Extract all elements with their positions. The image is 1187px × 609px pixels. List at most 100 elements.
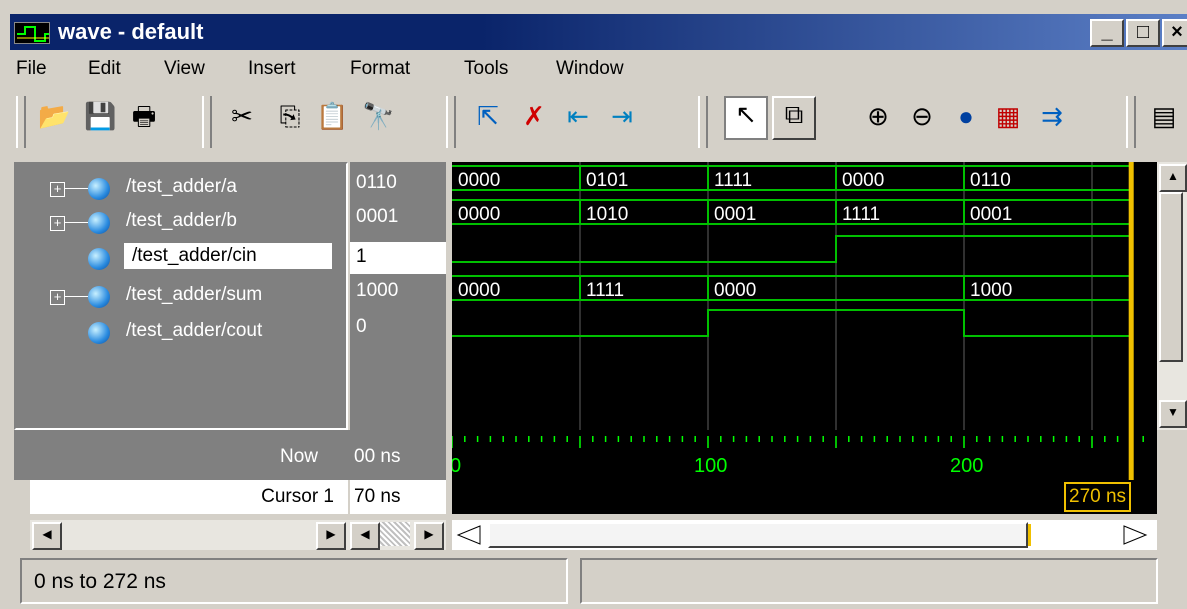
- add-cursor-icon[interactable]: ▦: [992, 100, 1024, 132]
- menu-format[interactable]: Format: [350, 58, 410, 80]
- vertical-scrollbar[interactable]: ▲ ▼: [1157, 162, 1187, 430]
- next-edge-icon[interactable]: ⇥: [606, 100, 638, 132]
- signal-row[interactable]: + /test_adder/a: [16, 172, 346, 206]
- bus-value-label: 0000: [714, 280, 756, 301]
- scroll-left-button[interactable]: ◀: [32, 522, 62, 550]
- scroll-up-button[interactable]: ▲: [1159, 164, 1187, 192]
- signal-name[interactable]: /test_adder/a: [126, 176, 237, 198]
- paste-icon[interactable]: 📋: [316, 100, 348, 132]
- toolbar-grip[interactable]: [16, 96, 26, 148]
- scroll-left-button[interactable]: [454, 524, 484, 546]
- waveform-pane[interactable]: 0000 0101 1111 0000 0110 0000 1010 0001 1111 0001…: [452, 162, 1157, 430]
- bus-value-label: 0000: [458, 170, 500, 191]
- bus-value-label: 1111: [714, 170, 752, 191]
- signal-icon: [88, 286, 110, 308]
- properties-icon[interactable]: ▤: [1148, 100, 1180, 132]
- bus-value-label: 0101: [586, 170, 628, 191]
- signal-icon: [88, 322, 110, 344]
- bus-value-label: 0001: [970, 204, 1012, 225]
- bus-value-label: 0000: [842, 170, 884, 191]
- scroll-right-button[interactable]: ▶: [316, 522, 346, 550]
- cursor-value-cell: 70 ns: [348, 480, 446, 514]
- toolbar: 📂 💾 🖶 ✂ ⎘ 📋 🔭 ⇱ ✗ ⇤ ⇥ ↖ ⧉ ⊕ ⊖ ● ▦ ⇉ ▤: [10, 90, 1187, 154]
- bus-value-label: 0001: [714, 204, 756, 225]
- signal-row[interactable]: + /test_adder/b: [16, 206, 346, 240]
- signal-name[interactable]: /test_adder/cout: [126, 320, 262, 342]
- bus-value-label: 0110: [970, 170, 1011, 191]
- print-icon[interactable]: 🖶: [128, 100, 160, 132]
- expand-icon[interactable]: +: [50, 216, 65, 231]
- cursor-marker-label[interactable]: 270 ns: [1064, 482, 1132, 512]
- scroll-thumb[interactable]: [488, 522, 1028, 548]
- menu-window[interactable]: Window: [556, 58, 624, 80]
- scroll-down-button[interactable]: ▼: [1159, 400, 1187, 428]
- status-range: 0 ns to 272 ns: [20, 558, 568, 604]
- prev-edge-icon[interactable]: ⇤: [562, 100, 594, 132]
- signal-row[interactable]: /test_adder/cout: [16, 316, 346, 350]
- minimize-button[interactable]: _: [1090, 19, 1124, 47]
- zoom-in-icon[interactable]: ⊕: [862, 100, 894, 132]
- timeline-ruler[interactable]: 0 100 200: [450, 430, 1157, 480]
- menu-view[interactable]: View: [164, 58, 205, 80]
- maximize-button[interactable]: □: [1126, 19, 1160, 47]
- signal-value-selected: 1: [350, 242, 446, 274]
- toolbar-separator: [698, 96, 708, 148]
- signal-name[interactable]: /test_adder/sum: [126, 284, 262, 306]
- bit-wave: [452, 309, 1133, 337]
- select-pointer-icon[interactable]: ⇱: [472, 100, 504, 132]
- menu-insert[interactable]: Insert: [248, 58, 296, 80]
- scroll-thumb[interactable]: [380, 522, 410, 546]
- signal-name[interactable]: /test_adder/b: [126, 210, 237, 232]
- cursor-jump-icon[interactable]: ⇉: [1036, 100, 1068, 132]
- save-icon[interactable]: 💾: [84, 100, 116, 132]
- zoom-out-icon[interactable]: ⊖: [906, 100, 938, 132]
- menu-tools[interactable]: Tools: [464, 58, 508, 80]
- expand-icon[interactable]: +: [50, 290, 65, 305]
- cursor-position-marker: [1028, 524, 1031, 546]
- signal-icon: [88, 178, 110, 200]
- signal-row[interactable]: + /test_adder/sum: [16, 280, 346, 314]
- window-title: wave - default: [58, 19, 204, 44]
- signal-row[interactable]: /test_adder/cin: [16, 242, 346, 276]
- timeline-tick-label: 0: [452, 455, 461, 477]
- waveform-canvas[interactable]: 0000 0101 1111 0000 0110 0000 1010 0001 1111 0001…: [452, 162, 1157, 430]
- scroll-thumb[interactable]: [1159, 192, 1183, 362]
- zoom-full-icon[interactable]: ●: [950, 100, 982, 132]
- now-label: Now: [279, 446, 318, 467]
- bus-value-label: 0000: [458, 204, 500, 225]
- values-hscrollbar[interactable]: ◀ ▶: [348, 520, 446, 550]
- cursor-value: 70 ns: [354, 486, 401, 507]
- close-button[interactable]: ×: [1162, 19, 1187, 47]
- signal-name-selected[interactable]: /test_adder/cin: [124, 243, 332, 269]
- scroll-left-button[interactable]: ◀: [350, 522, 380, 550]
- signal-icon: [88, 248, 110, 270]
- menu-bar: File Edit View Insert Format Tools Windo…: [10, 52, 1187, 86]
- now-value-cell: 00 ns: [348, 430, 446, 480]
- cursor-label-cell[interactable]: Cursor 1: [30, 480, 348, 514]
- signal-value: 1000: [356, 280, 399, 301]
- signal-names-pane[interactable]: + /test_adder/a + /test_adder/b /test_ad…: [14, 162, 348, 430]
- menu-file[interactable]: File: [16, 58, 47, 80]
- wave-hscrollbar[interactable]: [452, 520, 1157, 550]
- delete-cursor-icon[interactable]: ✗: [518, 100, 550, 132]
- scroll-right-button[interactable]: [1120, 524, 1150, 546]
- cut-icon[interactable]: ✂: [226, 100, 258, 132]
- scroll-right-button[interactable]: ▶: [414, 522, 444, 550]
- signal-values-pane[interactable]: 0110 0001 1 1000 0: [348, 162, 446, 430]
- copy-icon[interactable]: ⎘: [274, 100, 306, 132]
- find-icon[interactable]: 🔭: [362, 100, 394, 132]
- signal-value: 0: [356, 316, 367, 337]
- cursor-label: Cursor 1: [261, 486, 334, 507]
- menu-edit[interactable]: Edit: [88, 58, 121, 80]
- expand-icon[interactable]: +: [50, 182, 65, 197]
- open-folder-icon[interactable]: 📂: [38, 100, 70, 132]
- names-hscrollbar[interactable]: ◀ ▶: [30, 520, 348, 550]
- now-label-cell: Now: [14, 430, 348, 480]
- cursor-track[interactable]: 270 ns: [452, 480, 1157, 514]
- bus-value-label: 1000: [970, 280, 1012, 301]
- zoom-mode-icon[interactable]: ⧉: [772, 96, 816, 140]
- bus-value-label: 1111: [586, 280, 624, 301]
- timeline-tick-label: 200: [950, 455, 983, 477]
- title-bar[interactable]: wave - default _ □ ×: [10, 14, 1187, 50]
- pointer-mode-icon[interactable]: ↖: [724, 96, 768, 140]
